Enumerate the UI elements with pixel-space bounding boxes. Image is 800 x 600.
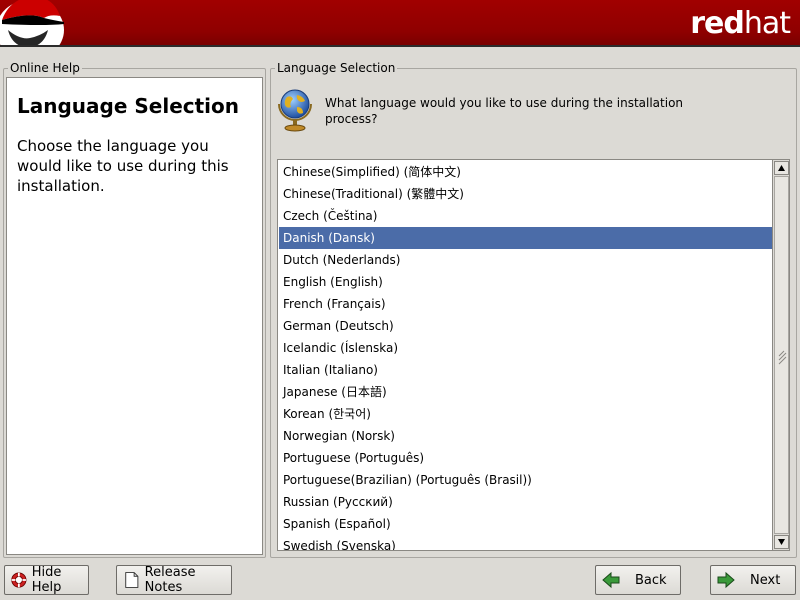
language-list-item[interactable]: Korean (한국어) [279, 403, 773, 425]
language-list-item[interactable]: Chinese(Traditional) (繁體中文) [279, 183, 773, 205]
language-list-item[interactable]: Spanish (Español) [279, 513, 773, 535]
language-list-item[interactable]: Japanese (日本語) [279, 381, 773, 403]
online-help-frame-label: Online Help [8, 61, 82, 75]
scroll-thumb[interactable] [774, 176, 789, 534]
language-list-item[interactable]: Czech (Čeština) [279, 205, 773, 227]
language-list-item[interactable]: Chinese(Simplified) (简体中文) [279, 161, 773, 183]
header-banner: redhat [0, 0, 800, 45]
document-icon [125, 572, 139, 588]
language-question: What language would you like to use duri… [325, 96, 684, 126]
language-list-item[interactable]: Russian (Русский) [279, 491, 773, 513]
language-list[interactable]: Chinese(Simplified) (简体中文) Chinese(Tradit… [277, 159, 790, 551]
next-label: Next [750, 572, 781, 588]
release-notes-button[interactable]: Release Notes [116, 565, 232, 595]
language-list-item[interactable]: German (Deutsch) [279, 315, 773, 337]
language-list-item[interactable]: Dutch (Nederlands) [279, 249, 773, 271]
arrow-left-icon [602, 571, 620, 589]
language-list-scrollbar[interactable] [772, 160, 789, 550]
language-list-item[interactable]: English (English) [279, 271, 773, 293]
scroll-down-button[interactable] [774, 535, 789, 549]
arrow-right-icon [717, 571, 735, 589]
language-selection-frame-label: Language Selection [275, 61, 398, 75]
language-list-item[interactable]: Italian (Italiano) [279, 359, 773, 381]
lifebuoy-icon [11, 572, 27, 588]
language-list-item[interactable]: Portuguese(Brazilian) (Português (Brasil… [279, 469, 773, 491]
help-text: Choose the language you would like to us… [17, 137, 229, 195]
hide-help-label: Hide Help [31, 565, 62, 595]
shadowman-logo [0, 0, 64, 45]
arrow-down-icon [778, 539, 785, 545]
release-notes-label: Release Notes [144, 565, 196, 595]
language-list-item[interactable]: French (Français) [279, 293, 773, 315]
language-list-item[interactable]: Portuguese (Português) [279, 447, 773, 469]
language-list-item[interactable]: Danish (Dansk) [279, 227, 773, 249]
scroll-up-button[interactable] [774, 161, 789, 175]
online-help-panel: Language Selection Choose the language y… [6, 77, 263, 555]
brand-red: red [690, 6, 745, 41]
back-button[interactable]: Back [595, 565, 681, 595]
back-label: Back [635, 572, 667, 588]
online-help-frame: Online Help Language Selection Choose th… [3, 61, 266, 558]
language-list-item[interactable]: Icelandic (Íslenska) [279, 337, 773, 359]
grip-icon [778, 350, 787, 365]
arrow-up-icon [778, 165, 785, 171]
hide-help-button[interactable]: Hide Help [4, 565, 89, 595]
brand-hat: hat [743, 6, 791, 41]
next-button[interactable]: Next [710, 565, 796, 595]
header-divider [0, 45, 800, 47]
language-selection-frame: Language Selection What language would y… [270, 61, 797, 558]
redhat-logo: redhat [690, 6, 791, 41]
language-list-item[interactable]: Swedish (Svenska) [279, 535, 773, 550]
help-title: Language Selection [17, 94, 240, 118]
language-list-item[interactable]: Norwegian (Norsk) [279, 425, 773, 447]
globe-icon [278, 89, 312, 132]
